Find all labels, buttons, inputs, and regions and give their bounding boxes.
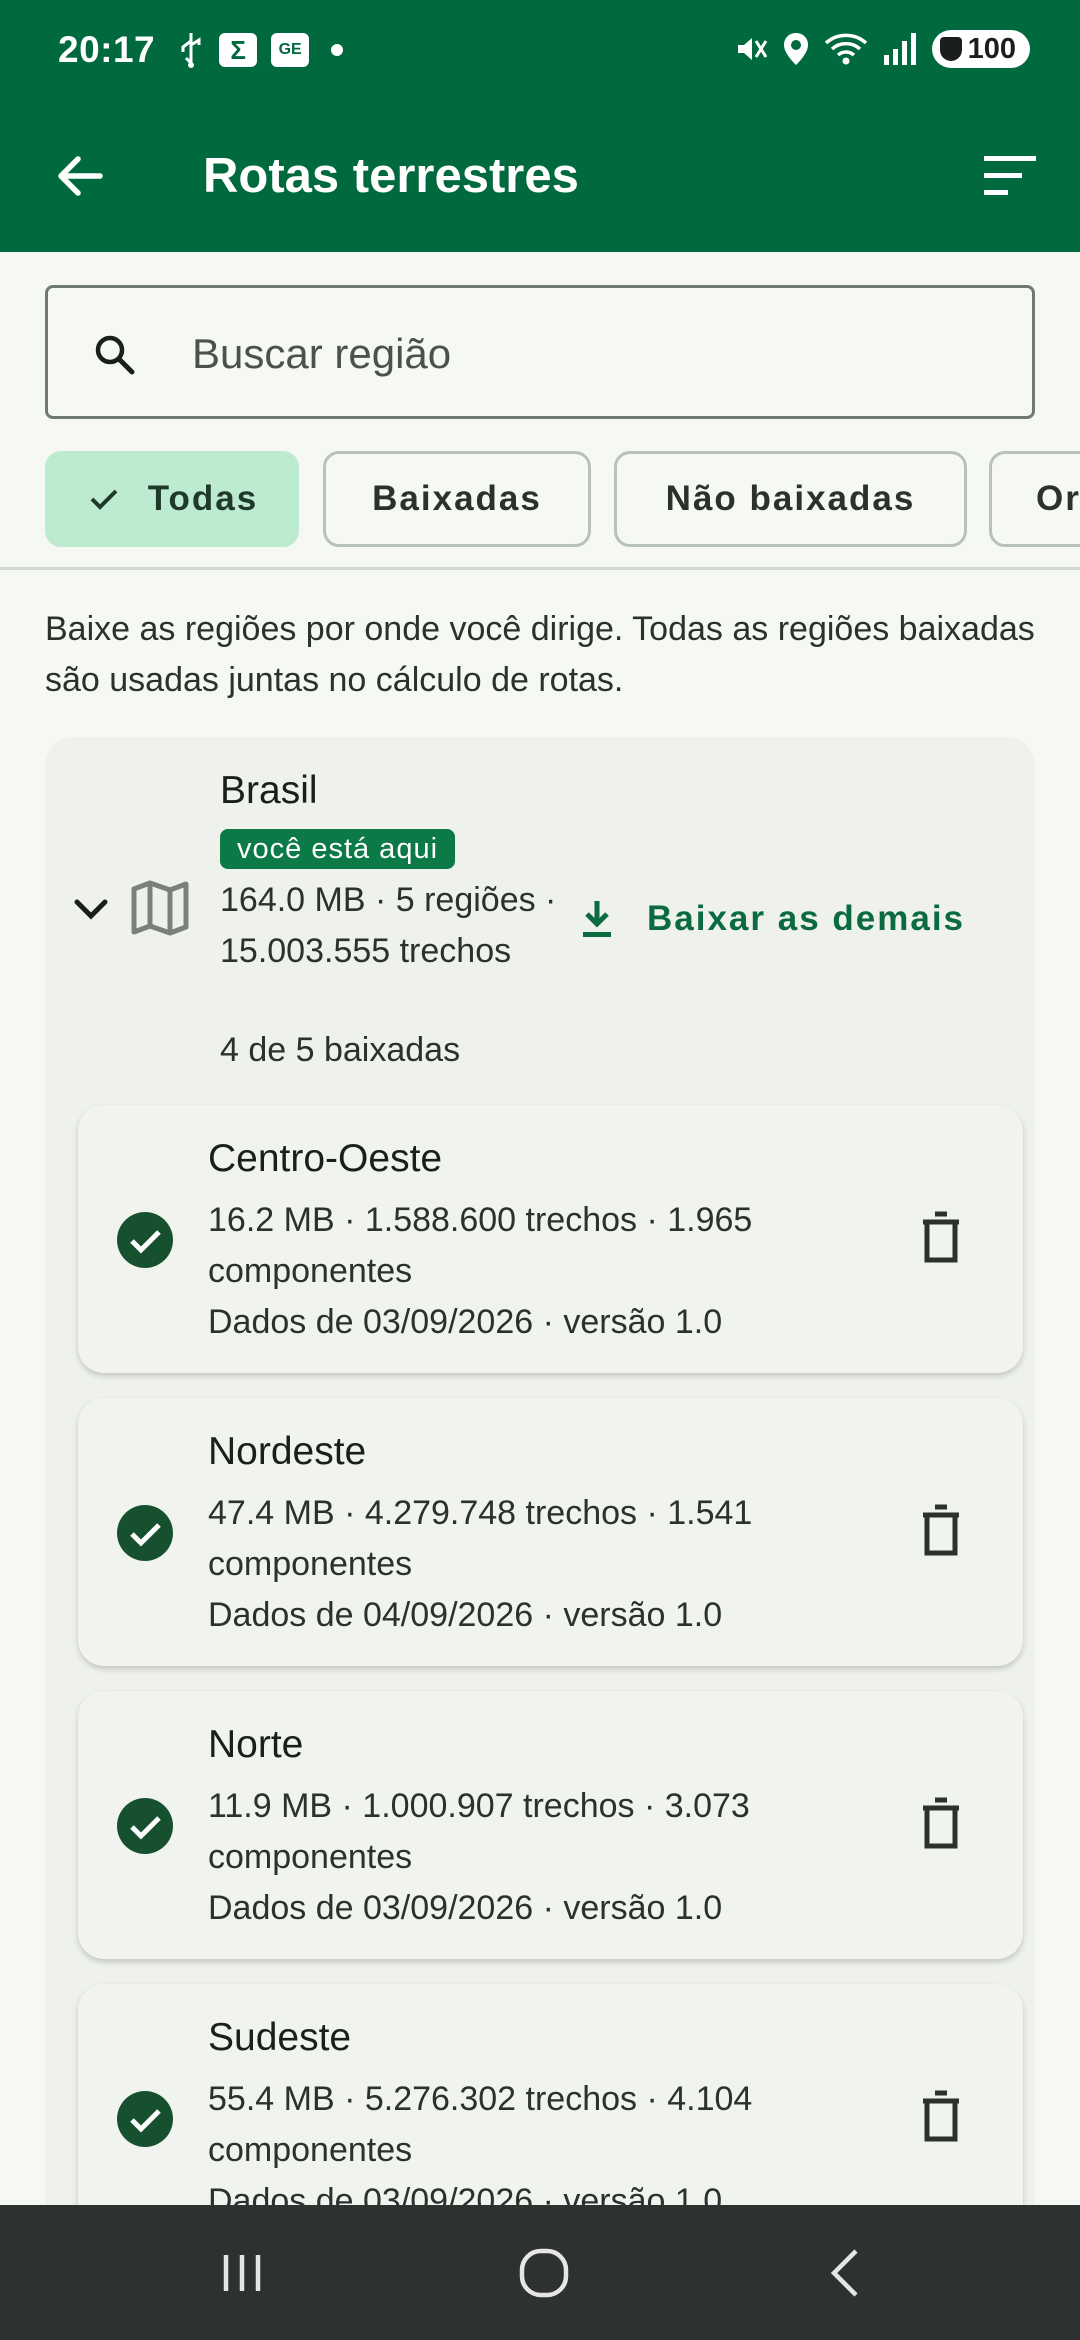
chip-label: Baixadas <box>372 479 542 518</box>
shield-icon <box>939 37 962 61</box>
region-date: Dados de 04/09/2026 · versão 1.0 <box>208 1596 723 1634</box>
region-meta: 47.4 MB · 4.279.748 trechos · 1.541 comp… <box>208 1494 753 1583</box>
location-icon <box>783 33 808 65</box>
chip-label: Or <box>1036 479 1080 518</box>
back-icon[interactable] <box>818 2243 878 2303</box>
usb-icon <box>181 33 201 68</box>
region-meta: 11.9 MB · 1.000.907 trechos · 3.073 comp… <box>208 1787 750 1876</box>
region-name: Nordeste <box>208 1430 367 1473</box>
chip-other[interactable]: Or <box>989 451 1080 547</box>
delete-icon[interactable] <box>917 1796 965 1852</box>
chip-label: Todas <box>147 479 259 518</box>
recents-icon[interactable] <box>212 2243 272 2303</box>
home-icon[interactable] <box>514 2243 574 2303</box>
download-remaining-label: Baixar as demais <box>647 899 966 938</box>
sort-icon[interactable] <box>980 150 1040 202</box>
filter-chips: Todas Baixadas Não baixadas Or <box>45 451 1080 547</box>
download-icon <box>583 901 611 937</box>
check-circle-icon <box>117 1212 173 1268</box>
region-date: Dados de 03/09/2026 · versão 1.0 <box>208 1889 723 1927</box>
chip-baixadas[interactable]: Baixadas <box>323 451 591 547</box>
check-circle-icon <box>117 2091 173 2147</box>
check-icon <box>90 489 118 510</box>
app-bar: Rotas terrestres <box>0 100 1080 252</box>
sigma-app-icon: Σ <box>219 33 258 67</box>
search-box[interactable] <box>45 285 1035 419</box>
chevron-down-icon[interactable] <box>69 887 113 931</box>
region-name: Centro-Oeste <box>208 1137 443 1180</box>
location-badge: você está aqui <box>220 829 456 869</box>
region-meta: 16.2 MB · 1.588.600 trechos · 1.965 comp… <box>208 1201 753 1290</box>
divider <box>0 567 1080 570</box>
vibrate-mute-icon <box>737 38 767 60</box>
group-name: Brasil <box>220 769 318 812</box>
status-time: 20:17 <box>58 29 156 70</box>
battery-indicator: 100 <box>931 30 1030 68</box>
region-group-card: Brasil você está aqui 164.0 MB · 5 regiõ… <box>45 737 1035 2340</box>
region-card[interactable]: Centro-Oeste 16.2 MB · 1.588.600 trechos… <box>78 1105 1023 1373</box>
chip-todas[interactable]: Todas <box>45 451 299 547</box>
search-icon <box>95 335 135 375</box>
wifi-icon <box>824 33 867 65</box>
group-meta: 164.0 MB · 5 regiões · 15.003.555 trecho… <box>220 881 557 970</box>
download-remaining-button[interactable]: Baixar as demais <box>575 887 965 951</box>
chip-label: Não baixadas <box>665 479 916 518</box>
group-download-count: 4 de 5 baixadas <box>220 1031 461 1069</box>
delete-icon[interactable] <box>917 1210 965 1266</box>
map-icon <box>131 880 189 936</box>
check-circle-icon <box>117 1505 173 1561</box>
region-meta: 55.4 MB · 5.276.302 trechos · 4.104 comp… <box>208 2080 753 2169</box>
signal-icon <box>883 33 916 65</box>
intro-text: Baixe as regiões por onde você dirige. T… <box>45 610 1035 699</box>
chip-nao-baixadas[interactable]: Não baixadas <box>614 451 967 547</box>
page-title: Rotas terrestres <box>203 149 579 203</box>
region-date: Dados de 03/09/2026 · versão 1.0 <box>208 1303 723 1341</box>
region-card[interactable]: Nordeste 47.4 MB · 4.279.748 trechos · 1… <box>78 1398 1023 1666</box>
arrow-left-icon[interactable] <box>50 146 110 206</box>
notification-dot-icon <box>331 44 344 56</box>
status-bar: 20:17 Σ GE 100 <box>0 0 1080 100</box>
region-name: Sudeste <box>208 2016 352 2059</box>
delete-icon[interactable] <box>917 2089 965 2145</box>
region-name: Norte <box>208 1723 304 1766</box>
check-circle-icon <box>117 1798 173 1854</box>
ge-app-icon: GE <box>271 33 310 67</box>
system-nav-bar <box>0 2205 1080 2340</box>
battery-level: 100 <box>967 32 1016 65</box>
search-input[interactable] <box>192 318 992 390</box>
region-card[interactable]: Norte 11.9 MB · 1.000.907 trechos · 3.07… <box>78 1691 1023 1959</box>
delete-icon[interactable] <box>917 1503 965 1559</box>
